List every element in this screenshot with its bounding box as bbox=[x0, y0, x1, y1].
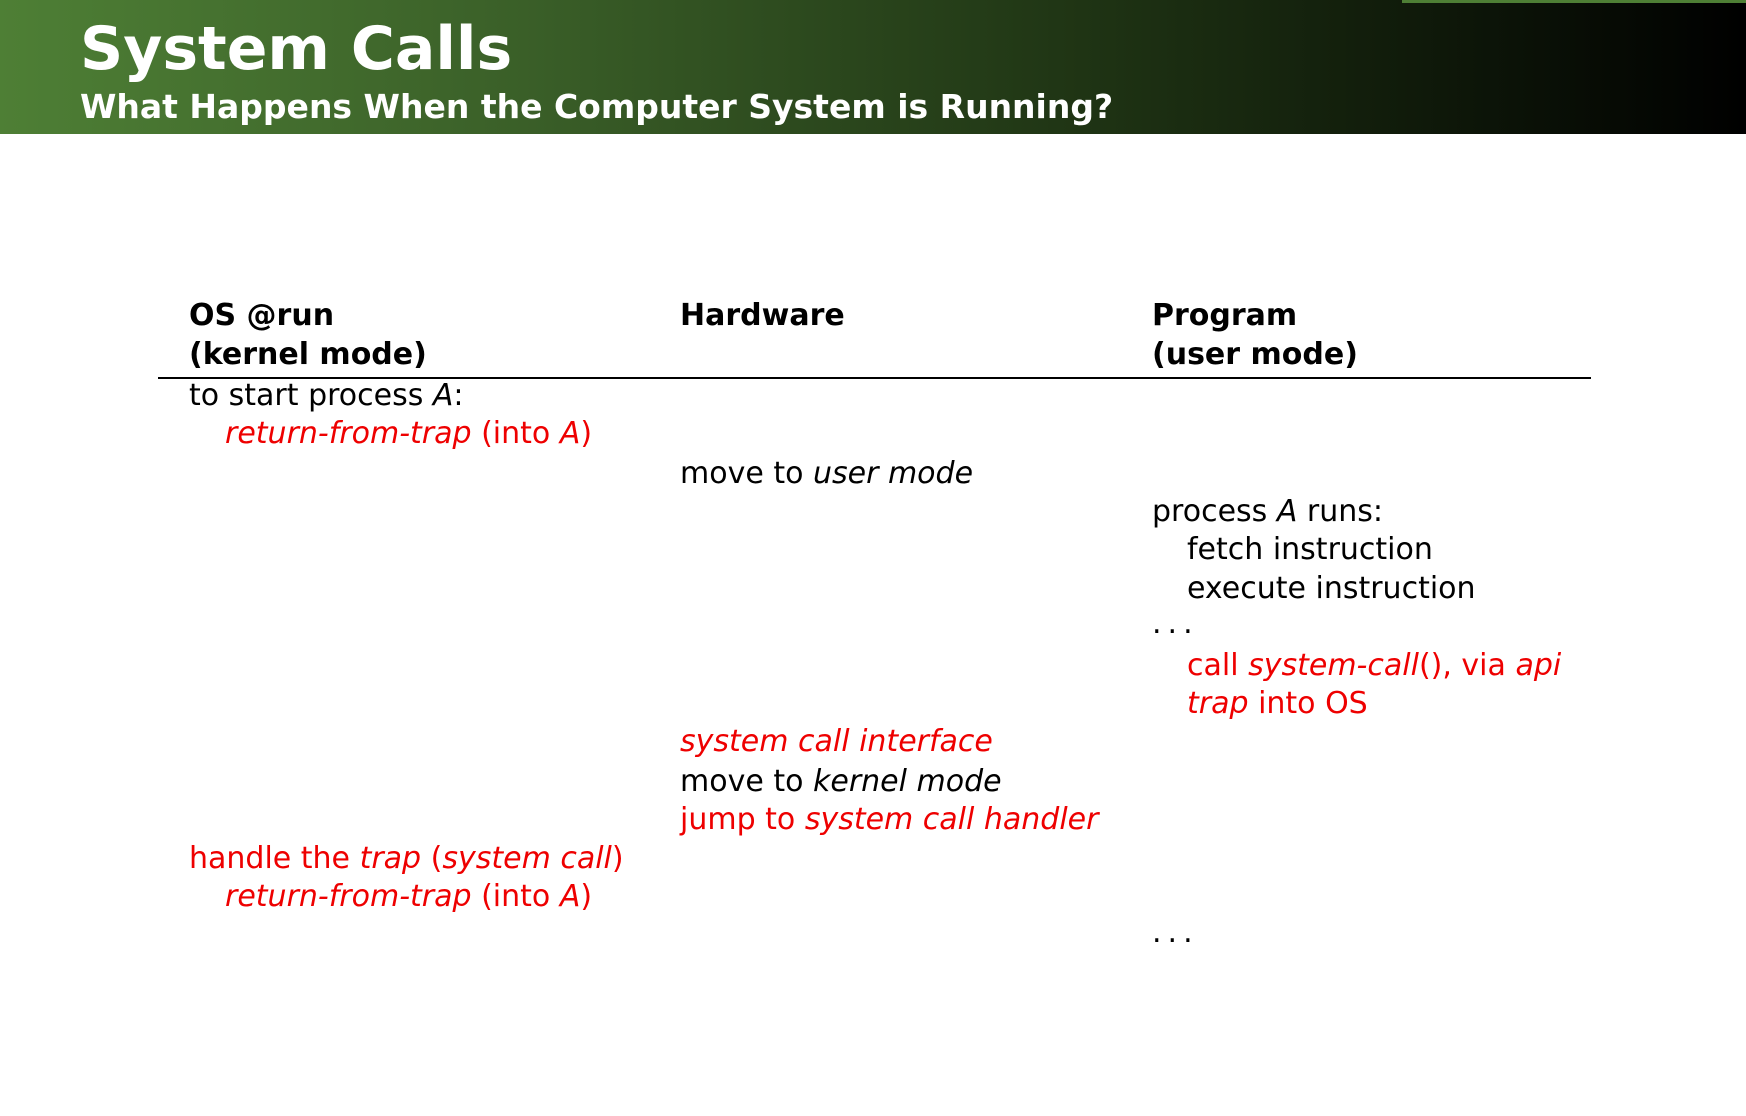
prog-process-runs: process A runs: bbox=[1152, 494, 1383, 529]
hw-move-to-kernel-mode: move to kernel mode bbox=[680, 764, 1002, 799]
hw-system-call-interface: system call interface bbox=[680, 724, 993, 759]
column-header-program-line2: (user mode) bbox=[1152, 337, 1358, 372]
column-header-hardware-line1: Hardware bbox=[680, 298, 845, 333]
slide-title: System Calls bbox=[80, 14, 513, 84]
prog-call-system-call: call system-call(), via api bbox=[1187, 648, 1562, 683]
prog-trap-into-os: trap into OS bbox=[1187, 686, 1368, 721]
hw-jump-to-handler: jump to system call handler bbox=[680, 802, 1099, 837]
slide-header: System Calls What Happens When the Compu… bbox=[0, 0, 1746, 134]
prog-execute-instruction: execute instruction bbox=[1187, 571, 1476, 606]
os-return-from-trap-2: return-from-trap (into A) bbox=[225, 879, 593, 914]
column-header-program-line1: Program bbox=[1152, 298, 1298, 333]
column-header-os: OS @run (kernel mode) bbox=[189, 296, 427, 374]
prog-fetch-instruction: fetch instruction bbox=[1187, 532, 1433, 567]
column-header-os-line1: OS @run bbox=[189, 298, 335, 333]
hw-move-to-user-mode: move to user mode bbox=[680, 456, 974, 491]
os-start-process: to start process A: bbox=[189, 378, 464, 413]
header-accent-line bbox=[1402, 0, 1746, 3]
column-header-hardware: Hardware bbox=[680, 296, 845, 335]
os-handle-trap: handle the trap (system call) bbox=[189, 841, 624, 876]
column-header-os-line2: (kernel mode) bbox=[189, 337, 427, 372]
os-return-from-trap-1: return-from-trap (into A) bbox=[225, 416, 593, 451]
prog-ellipsis-2: ... bbox=[1152, 915, 1199, 950]
slide-subtitle: What Happens When the Computer System is… bbox=[80, 87, 1114, 126]
prog-ellipsis-1: ... bbox=[1152, 606, 1199, 641]
column-header-program: Program (user mode) bbox=[1152, 296, 1358, 374]
